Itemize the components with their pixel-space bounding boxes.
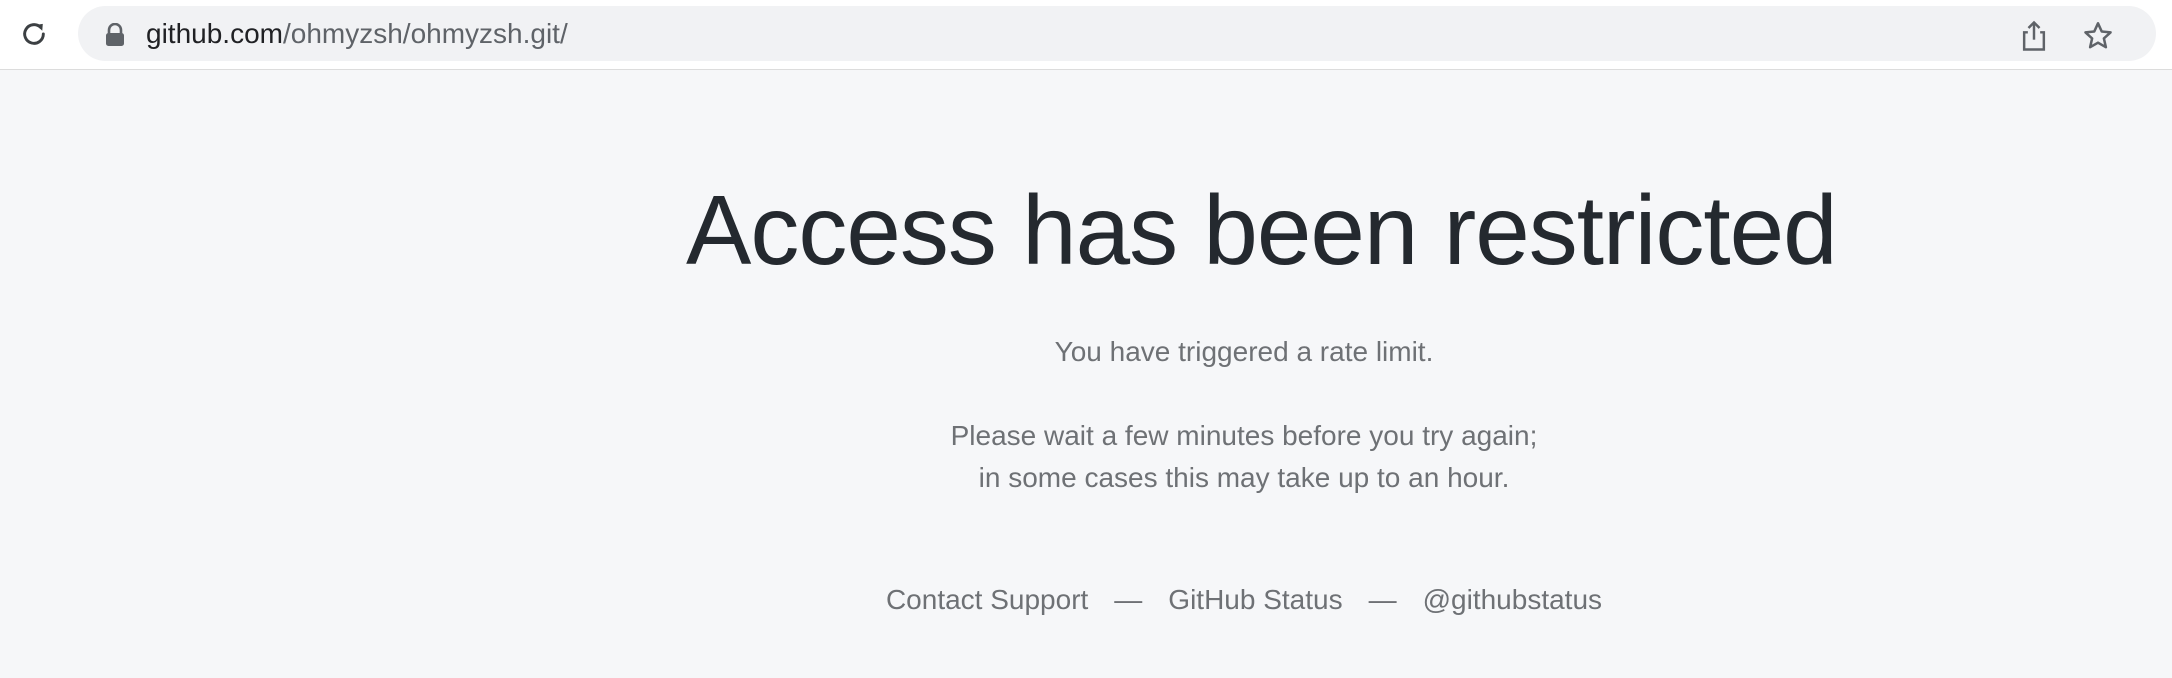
share-icon [2022,20,2046,51]
footer-links: Contact Support — GitHub Status — @githubsta… [686,579,1802,621]
page-title: Access has been restricted [686,175,1838,285]
separator: — [1114,584,1143,615]
url-path: /ohmyzsh/ohmyzsh.git/ [282,18,568,49]
share-button[interactable] [2016,18,2052,54]
reload-button[interactable] [14,14,54,54]
github-status-link[interactable]: GitHub Status [1168,584,1342,615]
address-bar[interactable]: github.com/ohmyzsh/ohmyzsh.git/ [78,6,2156,61]
bookmark-button[interactable] [2080,18,2116,54]
browser-toolbar: github.com/ohmyzsh/ohmyzsh.git/ [0,0,2172,70]
lock-icon [106,23,124,46]
contact-support-link[interactable]: Contact Support [886,584,1088,615]
url-host: github.com [146,18,283,49]
rate-limit-message: You have triggered a rate limit. [1054,336,1434,367]
wait-message-line-2: in some cases this may take up to an hou… [978,462,1510,493]
githubstatus-twitter-link[interactable]: @githubstatus [1423,584,1602,615]
wait-message-line-1: Please wait a few minutes before you try… [950,420,1538,451]
reload-icon [23,23,45,45]
separator: — [1368,584,1397,615]
page-body: Access has been restricted You have trig… [0,71,2172,678]
star-icon [2084,22,2112,49]
url-text[interactable]: github.com/ohmyzsh/ohmyzsh.git/ [146,6,568,61]
